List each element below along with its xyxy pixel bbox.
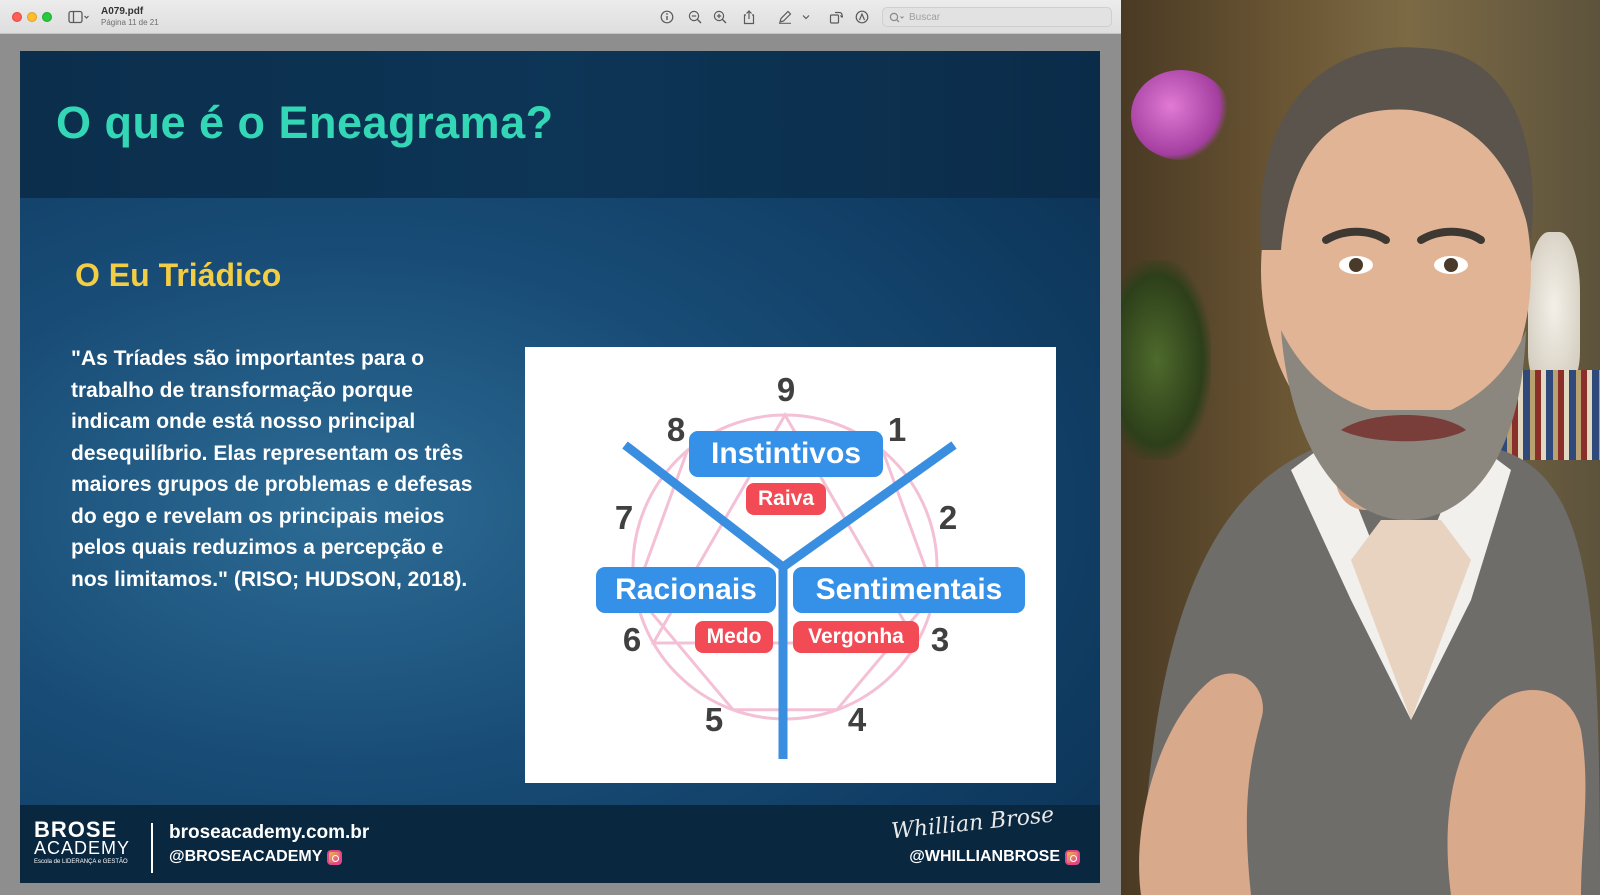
pdf-viewer-window: A079.pdf Página 11 de 21 Buscar O que é … [0, 0, 1121, 895]
annotate-button[interactable] [852, 7, 872, 27]
enneagram-number-5: 5 [704, 701, 724, 738]
quote-text: "As Tríades são importantes para o traba… [71, 347, 473, 591]
handle-whillianbrose: @WHILLIANBROSE [909, 848, 1080, 866]
triad-sentimentais: Sentimentais [793, 567, 1025, 613]
enneagram-graphic [622, 411, 957, 759]
presenter-left-hand [1139, 673, 1263, 895]
share-button[interactable] [739, 7, 759, 27]
annotate-icon [855, 10, 869, 24]
webcam-video-feed [1121, 0, 1600, 895]
zoom-out-icon [688, 10, 702, 24]
enneagram-number-9: 9 [776, 371, 796, 408]
enneagram-number-3: 3 [930, 621, 950, 658]
search-field[interactable] [882, 7, 1112, 27]
window-zoom-button[interactable] [42, 12, 52, 22]
enneagram-number-7: 7 [614, 499, 634, 536]
info-icon [660, 10, 674, 24]
triad-instintivos: Instintivos [689, 431, 883, 477]
sidebar-toggle-button[interactable] [66, 7, 92, 27]
enneagram-number-6: 6 [622, 621, 642, 658]
window-close-button[interactable] [12, 12, 22, 22]
screen: A079.pdf Página 11 de 21 Buscar O que é … [0, 0, 1600, 895]
search-icon [889, 12, 904, 22]
logo-divider [151, 823, 153, 873]
pen-icon [779, 10, 792, 24]
chevron-down-icon [802, 15, 810, 20]
emotion-raiva: Raiva [746, 483, 826, 515]
handle-broseacademy: @BROSEACADEMY [169, 848, 343, 866]
emotion-vergonha: Vergonha [793, 621, 919, 653]
zoom-in-icon [713, 10, 727, 24]
page-info: Página 11 de 21 [101, 18, 159, 27]
instagram-icon [1065, 849, 1080, 865]
slide-title: O que é o Eneagrama? [56, 97, 554, 148]
search-input[interactable] [909, 11, 1099, 23]
handwritten-signature: Whillian Brose [889, 802, 1055, 845]
rotate-button[interactable] [826, 7, 846, 27]
markup-menu-button[interactable] [799, 7, 813, 27]
sidebar-icon [68, 10, 89, 24]
window-minimize-button[interactable] [27, 12, 37, 22]
enneagram-number-4: 4 [847, 701, 867, 738]
info-button[interactable] [657, 7, 677, 27]
instagram-icon [327, 849, 343, 865]
viewer-toolbar: A079.pdf Página 11 de 21 [0, 0, 1121, 34]
markup-button[interactable] [775, 7, 795, 27]
slide-subtitle: O Eu Triádico [75, 257, 282, 293]
zoom-out-button[interactable] [685, 7, 705, 27]
document-name: A079.pdf [101, 6, 144, 17]
brose-academy-logo: BROSE ACADEMY Escola de LIDERANÇA e GEST… [34, 817, 131, 866]
slide-header: O que é o Eneagrama? [20, 51, 1100, 198]
enneagram-number-8: 8 [666, 411, 686, 448]
rotate-icon [829, 11, 843, 24]
triad-racionais: Racionais [596, 567, 776, 613]
enneagram-number-1: 1 [887, 411, 907, 448]
presenter [1139, 47, 1600, 895]
slide-page: O que é o Eneagrama? O Eu Triádico "As T… [20, 51, 1100, 883]
emotion-medo: Medo [695, 621, 773, 653]
enneagram-number-2: 2 [938, 499, 958, 536]
zoom-in-button[interactable] [710, 7, 730, 27]
share-icon [743, 9, 755, 24]
website-text: broseacademy.com.br [169, 822, 370, 843]
slide-footer: BROSE ACADEMY Escola de LIDERANÇA e GEST… [20, 802, 1100, 883]
enneagram-triads-diagram: 9 1 2 3 4 5 6 7 8 Instintivos Raiva Raci… [525, 347, 1056, 783]
